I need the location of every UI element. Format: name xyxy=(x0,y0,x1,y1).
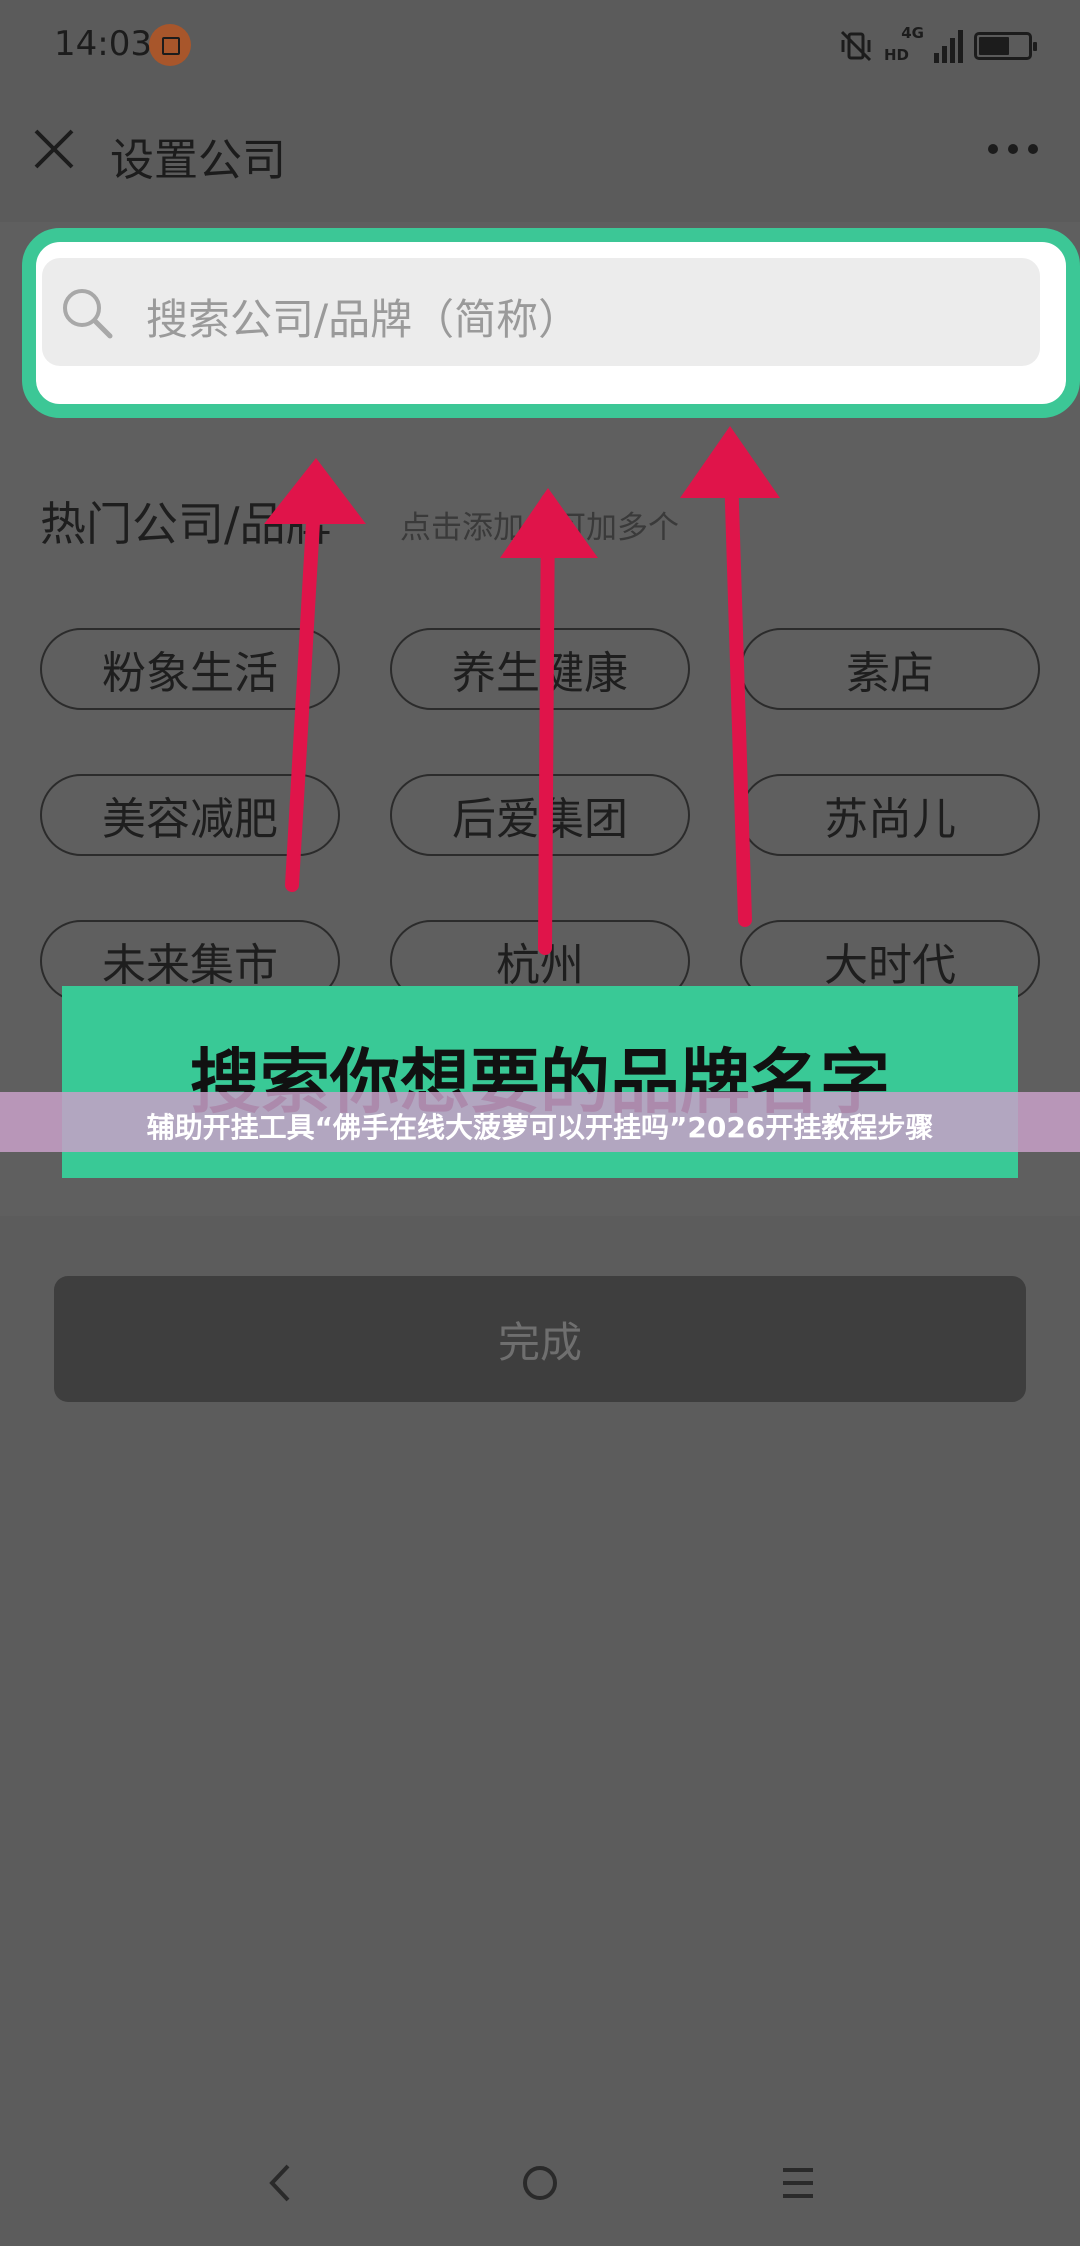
overlay-caption: 辅助开挂工具“佛手在线大菠萝可以开挂吗”2026开挂教程步骤 xyxy=(0,1092,1080,1152)
annotation-arrows xyxy=(264,426,780,955)
back-icon[interactable] xyxy=(256,2158,306,2208)
annotation-arrowhead xyxy=(264,458,366,524)
done-button[interactable]: 完成 xyxy=(54,1276,1026,1402)
system-nav-bar xyxy=(0,2116,1080,2246)
menu-icon[interactable] xyxy=(773,2158,823,2208)
annotation-arrowhead xyxy=(500,488,598,558)
annotation-arrow xyxy=(538,493,555,955)
home-icon[interactable] xyxy=(515,2158,565,2208)
overlay-caption-text: 辅助开挂工具“佛手在线大菠萝可以开挂吗”2026开挂教程步骤 xyxy=(146,1111,934,1144)
annotation-arrowhead xyxy=(680,426,780,498)
annotation-arrow xyxy=(723,433,752,927)
annotation-arrow xyxy=(285,463,323,892)
